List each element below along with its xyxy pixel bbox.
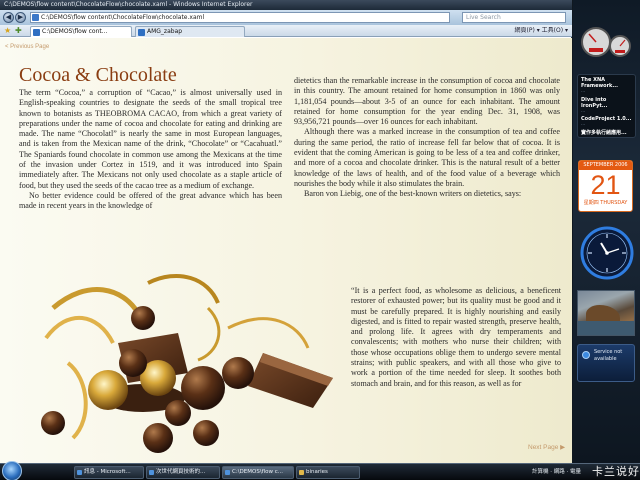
calendar-weekday: 星期四 THURSDAY	[583, 200, 628, 206]
paragraph: The term “Cocoa,” a corruption of “Cacao…	[19, 88, 282, 190]
tab-bar: ★ ✚ C:\DEMOS\flow cont... AMG_zabap 網頁(P…	[0, 25, 572, 37]
page-title: Cocoa & Chocolate	[19, 64, 177, 86]
weather-gadget[interactable]: Service not available	[577, 344, 635, 382]
feed-item[interactable]: The XNA Framework... ...	[581, 77, 632, 96]
blockquote: “It is a perfect food, as wholesome as d…	[351, 286, 561, 388]
app-icon	[149, 470, 154, 475]
command-bar[interactable]: 網頁(P) ▾ 工具(O) ▾	[515, 26, 568, 36]
weather-status: Service not available	[594, 349, 623, 362]
slideshow-gadget[interactable]	[577, 290, 635, 336]
back-arrow-icon: ◀	[5, 13, 12, 21]
watermark-text: 卡兰说好	[592, 465, 640, 478]
address-bar: ◀ ▶ C:\DEMOS\flow content\ChocolateFlow\…	[0, 10, 572, 25]
feed-item[interactable]: Dive into IronPyt... ...	[581, 97, 632, 116]
page-content: < Previous Page Cocoa & Chocolate The te…	[0, 38, 572, 463]
folder-icon	[299, 470, 304, 475]
cpu-meter-icon	[581, 27, 631, 57]
clock-icon[interactable]	[579, 225, 635, 281]
tray-text: 計算機 · 網路 · 電量	[532, 469, 581, 475]
paragraph: dietetics than the remarkable increase i…	[294, 76, 560, 127]
desktop: C:\DEMOS\flow content\ChocolateFlow\choc…	[0, 0, 640, 480]
app-icon	[77, 470, 82, 475]
chocolate-image	[41, 273, 333, 453]
window-titlebar: C:\DEMOS\flow content\ChocolateFlow\choc…	[0, 0, 572, 10]
address-input[interactable]: C:\DEMOS\flow content\ChocolateFlow\choc…	[30, 12, 450, 23]
back-button[interactable]: ◀	[3, 12, 14, 23]
app-icon	[225, 470, 230, 475]
feed-item[interactable]: CodeProject 1.0... ...	[581, 116, 632, 128]
start-button[interactable]	[2, 461, 22, 480]
taskbar-item[interactable]: binaries	[296, 466, 360, 479]
tab-amg[interactable]: AMG_zabap	[135, 26, 245, 37]
previous-page-link[interactable]: < Previous Page	[5, 44, 49, 50]
tab-page-icon	[138, 29, 145, 36]
paragraph: No better evidence could be offered of t…	[19, 190, 282, 211]
taskbar-item[interactable]: 次世代網頁技術的...	[146, 466, 220, 479]
paragraph: Baron von Liebig, one of the best-known …	[304, 189, 522, 199]
tab-label: AMG_zabap	[147, 28, 183, 35]
forward-button[interactable]: ▶	[15, 12, 26, 23]
calendar-month: SEPTEMBER 2006	[579, 161, 632, 170]
calendar-gadget[interactable]: SEPTEMBER 2006 21 星期四 THURSDAY	[578, 160, 633, 212]
next-page-link[interactable]: Next Page ▶	[528, 443, 565, 451]
calendar-day: 21	[590, 170, 621, 200]
browser-window: C:\DEMOS\flow content\ChocolateFlow\choc…	[0, 0, 572, 463]
taskbar: 訊息 - Microsoft... 次世代網頁技術的... C:\DEMOS\f…	[0, 461, 640, 480]
weather-icon	[582, 351, 590, 359]
feed-headlines-gadget: The XNA Framework... ... Dive into IronP…	[577, 74, 636, 138]
feed-item[interactable]: 實作多執行緒應用... ...	[581, 130, 632, 137]
window-title: C:\DEMOS\flow content\ChocolateFlow\choc…	[4, 1, 253, 8]
add-favorites-icon[interactable]: ✚	[15, 26, 22, 36]
taskbar-item[interactable]: 訊息 - Microsoft...	[74, 466, 144, 479]
tab-chocolate[interactable]: C:\DEMOS\flow cont...	[30, 26, 132, 37]
paragraph: Although there was a marked increase in …	[294, 127, 560, 188]
photo-sea	[578, 321, 634, 335]
search-input[interactable]: Live Search	[462, 12, 566, 23]
taskbar-item-active[interactable]: C:\DEMOS\flow c...	[222, 466, 294, 479]
tab-page-icon	[33, 29, 40, 36]
favorites-star-icon[interactable]: ★	[4, 26, 11, 36]
forward-arrow-icon: ▶	[17, 13, 24, 21]
page-icon	[32, 14, 39, 21]
tab-label: C:\DEMOS\flow cont...	[42, 28, 108, 35]
